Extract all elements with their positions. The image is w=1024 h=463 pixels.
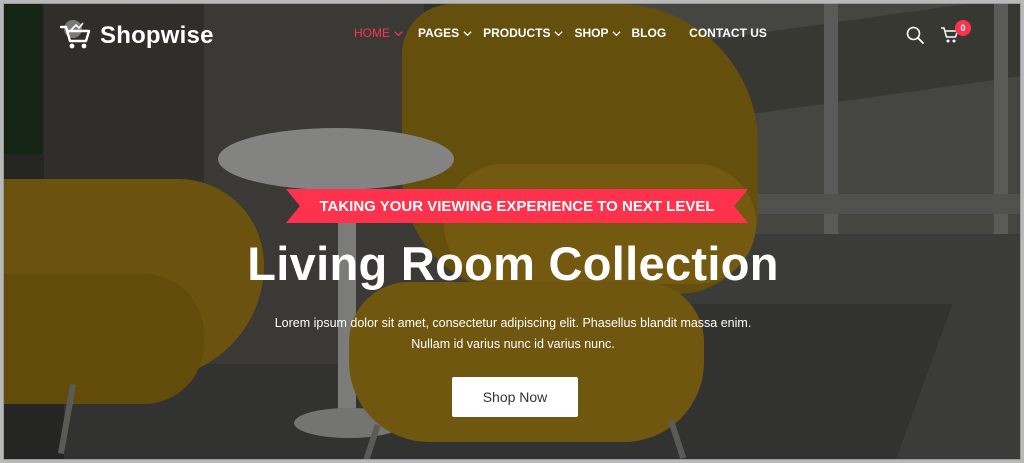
nav-item-label: PAGES <box>418 26 460 40</box>
brand-name: Shopwise <box>100 22 214 49</box>
nav-item-pages[interactable]: PAGES <box>418 26 473 40</box>
hero-tagline-ribbon: TAKING YOUR VIEWING EXPERIENCE TO NEXT L… <box>286 189 748 223</box>
nav-item-contact-us[interactable]: CONTACT US <box>689 26 767 40</box>
main-nav: HOME PAGES PRODUCTS SHOP BLOG CONTACT US <box>354 26 767 40</box>
nav-item-label: BLOG <box>631 26 667 40</box>
chevron-down-icon <box>394 30 403 36</box>
hero-title: Living Room Collection <box>247 237 779 290</box>
cart-count-badge: 0 <box>955 20 971 36</box>
hero-description-line: Lorem ipsum dolor sit amet, consectetur … <box>274 316 752 330</box>
chevron-down-icon <box>554 30 564 36</box>
nav-item-label: PRODUCTS <box>483 26 551 40</box>
hero-description-line: Nullam id varius nunc id varius nunc. <box>411 337 615 351</box>
hero-description: Lorem ipsum dolor sit amet, consectetur … <box>4 313 1020 355</box>
chevron-down-icon <box>612 30 622 36</box>
chevron-down-icon <box>463 30 472 36</box>
nav-item-shop[interactable]: SHOP <box>574 26 622 40</box>
nav-item-label: HOME <box>354 26 390 40</box>
browser-frame: Shopwise HOME PAGES PRODUCTS SHOP BLOG C… <box>3 3 1021 460</box>
nav-item-blog[interactable]: BLOG <box>631 26 666 40</box>
shopping-cart-icon <box>58 18 94 54</box>
shop-now-button[interactable]: Shop Now <box>452 377 578 417</box>
search-icon[interactable] <box>905 25 925 45</box>
nav-item-home[interactable]: HOME <box>354 26 404 40</box>
nav-item-label: CONTACT US <box>689 26 767 40</box>
nav-item-label: SHOP <box>574 26 609 40</box>
brand-logo[interactable]: Shopwise <box>58 18 214 54</box>
nav-item-products[interactable]: PRODUCTS <box>483 26 564 40</box>
